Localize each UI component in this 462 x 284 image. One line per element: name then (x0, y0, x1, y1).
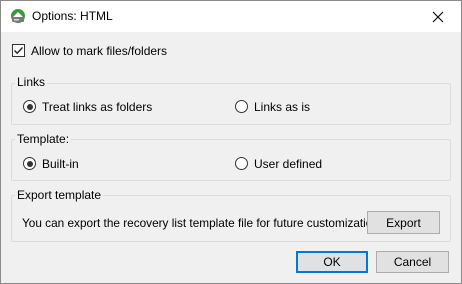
user-defined-radio[interactable] (235, 157, 248, 170)
export-button[interactable]: Export (367, 211, 440, 234)
ok-button-label: OK (323, 255, 341, 269)
links-group-title: Links (15, 75, 48, 89)
treat-links-as-folders-radio[interactable] (23, 100, 36, 113)
export-template-group-title: Export template (15, 188, 104, 202)
cancel-button[interactable]: Cancel (376, 251, 449, 273)
radio-selected-dot (26, 160, 33, 167)
cancel-button-label: Cancel (393, 255, 432, 269)
options-dialog: Options: HTML Allow to mark files/folder… (0, 0, 462, 284)
user-defined-label[interactable]: User defined (254, 157, 322, 171)
checkmark-icon (14, 47, 24, 55)
allow-mark-checkbox[interactable] (12, 44, 25, 57)
links-as-is-radio[interactable] (235, 100, 248, 113)
treat-links-as-folders-label[interactable]: Treat links as folders (42, 100, 152, 114)
close-icon (432, 11, 444, 22)
template-group-title: Template: (15, 132, 72, 146)
title-bar: Options: HTML (1, 1, 461, 32)
app-drive-icon (10, 8, 26, 24)
built-in-radio[interactable] (23, 157, 36, 170)
ok-button[interactable]: OK (296, 251, 368, 273)
export-description: You can export the recovery list templat… (22, 216, 383, 230)
close-button[interactable] (415, 1, 461, 32)
links-as-is-label[interactable]: Links as is (254, 100, 310, 114)
allow-mark-label[interactable]: Allow to mark files/folders (31, 44, 167, 58)
window-title: Options: HTML (32, 9, 113, 23)
export-button-label: Export (386, 215, 421, 230)
radio-selected-dot (26, 103, 33, 110)
built-in-label[interactable]: Built-in (42, 157, 79, 171)
